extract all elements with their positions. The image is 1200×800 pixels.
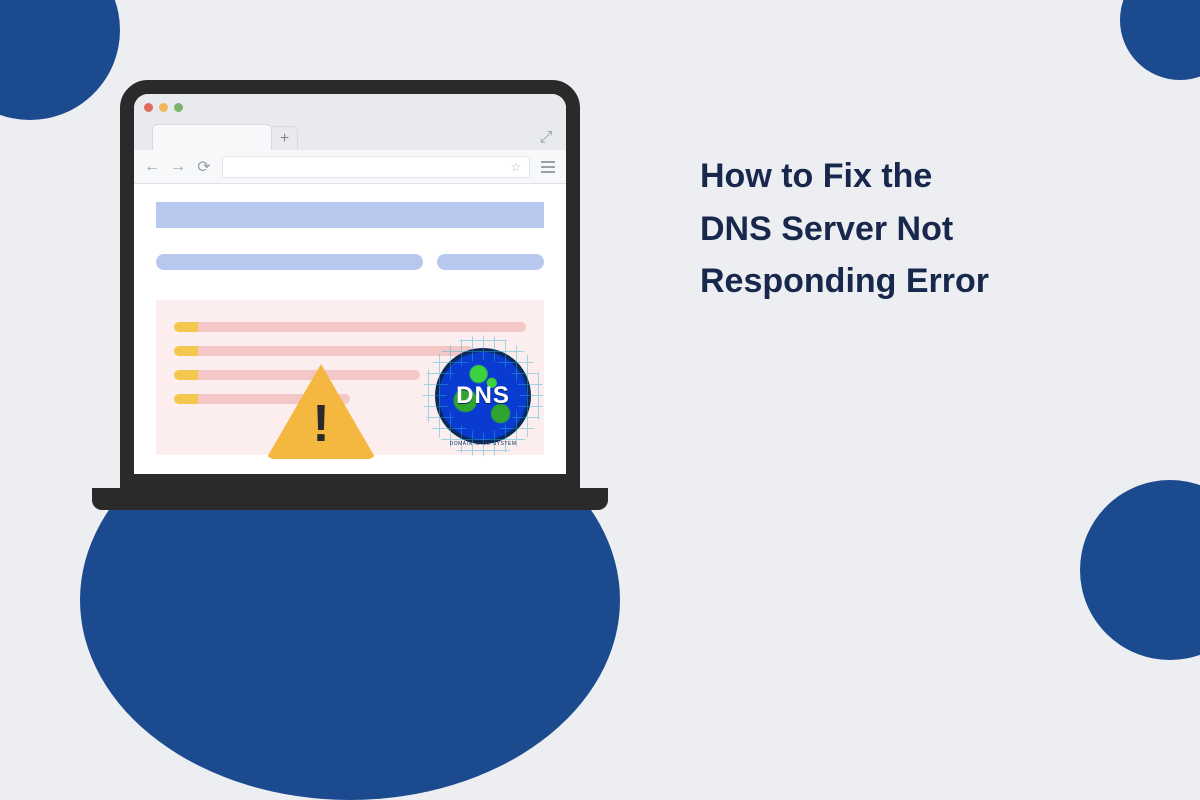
exclamation-icon: ! (312, 394, 329, 454)
headline-line: DNS Server Not (700, 203, 1120, 256)
page-content: ! DNS DOMAIN NAME SYSTEM (134, 184, 566, 473)
dns-sublabel: DOMAIN NAME SYSTEM (450, 441, 517, 447)
forward-icon: → (170, 158, 186, 176)
headline-line: How to Fix the (700, 150, 1120, 203)
hamburger-menu-icon (540, 161, 556, 173)
article-headline: How to Fix the DNS Server Not Responding… (700, 150, 1120, 308)
placeholder-pill (156, 254, 423, 270)
decoration-circle-bottom-right (1080, 480, 1200, 660)
laptop-base (92, 488, 608, 510)
headline-line: Responding Error (700, 255, 1120, 308)
back-icon: ← (144, 158, 160, 176)
bookmark-star-icon: ☆ (510, 160, 521, 174)
warning-triangle-icon: ! (266, 364, 376, 459)
new-tab-icon: + (272, 126, 298, 150)
address-bar: ☆ (222, 156, 530, 178)
window-titlebar (134, 94, 566, 120)
browser-tab-bar: + ⤢ (134, 120, 566, 150)
browser-tab (152, 124, 272, 150)
placeholder-pill (437, 254, 544, 270)
decoration-circle-top-left (0, 0, 120, 120)
reload-icon: ⟳ (196, 157, 212, 177)
laptop-screen: + ⤢ ← → ⟳ ☆ (134, 94, 566, 474)
placeholder-row (156, 254, 544, 270)
window-zoom-dot (174, 103, 183, 112)
browser-toolbar: ← → ⟳ ☆ (134, 150, 566, 184)
placeholder-header-bar (156, 202, 544, 228)
laptop-frame: + ⤢ ← → ⟳ ☆ (120, 80, 580, 488)
decoration-circle-top-right (1120, 0, 1200, 80)
window-close-dot (144, 103, 153, 112)
window-minimize-dot (159, 103, 168, 112)
resize-icon: ⤢ (534, 126, 558, 150)
laptop-illustration: + ⤢ ← → ⟳ ☆ (120, 80, 580, 510)
error-panel: ! DNS DOMAIN NAME SYSTEM (156, 300, 544, 455)
dns-globe-icon: DNS DOMAIN NAME SYSTEM (418, 331, 548, 461)
